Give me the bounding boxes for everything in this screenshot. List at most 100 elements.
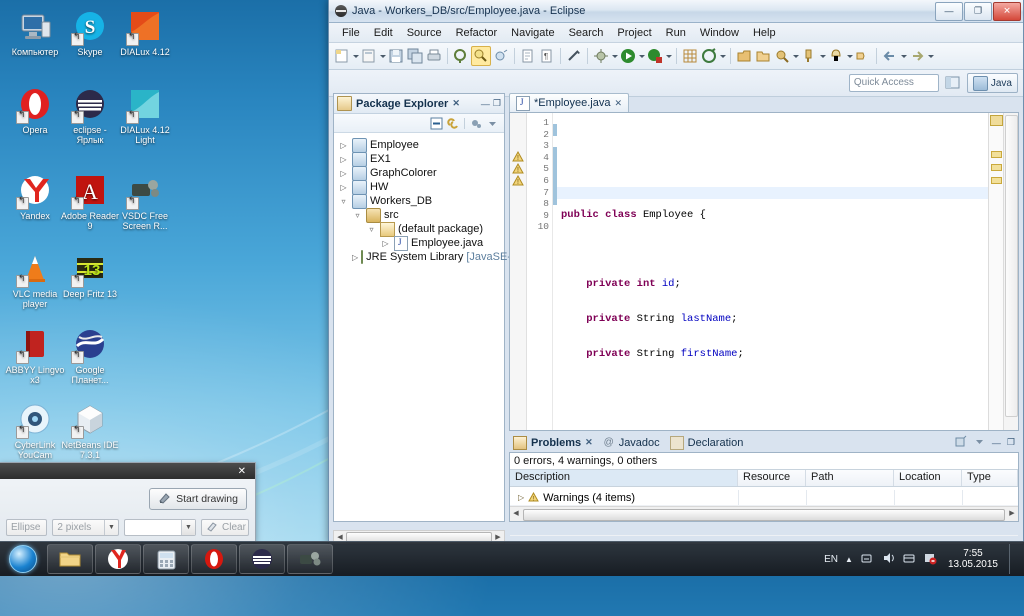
network-icon[interactable] <box>860 551 874 568</box>
clear-button[interactable]: Clear <box>201 519 250 536</box>
desktop-icon-netbeans[interactable]: NetBeans IDE 7.3.1 <box>60 403 120 460</box>
problems-tabrow[interactable]: Problems ✕ @ Javadoc Declaration — ❐ <box>509 433 1019 452</box>
forward-dropdown-icon[interactable] <box>927 47 934 65</box>
new-element-icon[interactable] <box>773 47 791 65</box>
desktop-icon-dialux-light[interactable]: DIALux 4.12 Light <box>115 88 175 145</box>
problems-horizontal-scrollbar[interactable]: ◀ ▶ <box>510 506 1018 521</box>
taskbar-item-windows-explorer[interactable] <box>47 544 93 574</box>
tab-employee-java[interactable]: *Employee.java ✕ <box>509 93 629 112</box>
next-annotation-icon[interactable] <box>519 47 537 65</box>
desktop-icon-deep-fritz[interactable]: 13 Deep Fritz 13 <box>60 252 120 299</box>
debug-dropdown-icon[interactable] <box>611 47 618 65</box>
overview-warning-marker[interactable] <box>991 177 1002 184</box>
editor-body[interactable]: ! ! ! 1 2 3 4 5 6 7 8 9 10 public class … <box>509 112 1019 464</box>
twisty-icon[interactable]: ▿ <box>352 211 363 220</box>
draw-toolbar-titlebar[interactable]: ✕ <box>0 463 255 479</box>
editor-marker-ruler[interactable]: ! ! ! <box>510 113 527 430</box>
view-menu-icon[interactable] <box>973 435 986 451</box>
desktop-icon-adobe-reader[interactable]: A Adobe Reader 9 <box>60 174 120 231</box>
new-package-dropdown-icon[interactable] <box>719 47 726 65</box>
desktop-icon-skype[interactable]: S Skype <box>60 10 120 57</box>
minimize-icon[interactable]: — <box>992 438 1001 448</box>
problems-column-headers[interactable]: Description Resource Path Location Type <box>510 469 1018 487</box>
close-icon[interactable]: ✕ <box>585 437 593 448</box>
editor-overview-ruler[interactable] <box>988 113 1003 430</box>
menu-window[interactable]: Window <box>693 25 746 41</box>
taskbar-item-vsdc-screen-recorder[interactable] <box>287 544 333 574</box>
new-package-icon[interactable] <box>700 47 718 65</box>
external-tools-dropdown-icon[interactable] <box>665 47 672 65</box>
scroll-left-icon[interactable]: ◀ <box>511 509 521 519</box>
overview-warning-marker[interactable] <box>991 151 1002 158</box>
close-icon[interactable]: ✕ <box>614 98 622 109</box>
new-wizard-dropdown-icon[interactable] <box>379 47 386 65</box>
desktop-icon-vlc[interactable]: VLC media player <box>5 252 65 309</box>
new-element-dropdown-icon[interactable] <box>792 47 799 65</box>
menu-refactor[interactable]: Refactor <box>449 25 505 41</box>
taskbar-item-eclipse-ide[interactable] <box>239 544 285 574</box>
menu-search[interactable]: Search <box>562 25 611 41</box>
tree-item-employee[interactable]: ▷ Employee <box>338 137 504 153</box>
close-icon[interactable]: ✕ <box>233 466 251 477</box>
desktop-icon-abbyy-lingvo[interactable]: ABBYY Lingvo x3 <box>5 328 65 385</box>
package-explorer-toolbar[interactable] <box>334 114 504 133</box>
tree-item-employee-java[interactable]: ▷ Employee.java <box>338 235 504 251</box>
menu-run[interactable]: Run <box>659 25 693 41</box>
maximize-icon[interactable]: ❐ <box>493 98 501 109</box>
editor-code[interactable]: public class Employee { private int id; … <box>557 113 988 464</box>
desktop-icon-eclipse[interactable]: eclipse - Ярлык <box>60 88 120 145</box>
column-header-resource[interactable]: Resource <box>738 470 806 486</box>
skip-breakpoints-icon[interactable] <box>800 47 818 65</box>
package-explorer-tree[interactable]: ▷ Employee ▷ EX1 ▷ GraphColorer ▷ HW ▿ W… <box>334 133 529 264</box>
eclipse-titlebar[interactable]: Java - Workers_DB/src/Employee.java - Ec… <box>329 0 1023 23</box>
quick-access-input[interactable]: Quick Access <box>848 74 939 92</box>
start-drawing-button[interactable]: Start drawing <box>149 488 247 510</box>
close-icon[interactable]: ✕ <box>452 98 460 109</box>
color-select[interactable]: ▼ <box>123 519 197 536</box>
menu-help[interactable]: Help <box>746 25 783 41</box>
show-hidden-icons-icon[interactable]: ▲ <box>845 555 853 564</box>
save-all-icon[interactable] <box>406 47 424 65</box>
eclipse-menubar[interactable]: File Edit Source Refactor Navigate Searc… <box>329 23 1023 43</box>
twisty-icon[interactable]: ▷ <box>338 155 349 164</box>
new-dropdown-icon[interactable] <box>352 47 359 65</box>
back-dropdown-icon[interactable] <box>900 47 907 65</box>
twisty-icon[interactable]: ▷ <box>380 239 391 248</box>
twisty-icon[interactable]: ▷ <box>518 493 524 502</box>
scrollbar-thumb[interactable] <box>1005 115 1018 417</box>
tree-item-default-package[interactable]: ▿ (default package) <box>338 221 504 237</box>
show-desktop-button[interactable] <box>1009 544 1018 574</box>
new-java-project-icon[interactable] <box>681 47 699 65</box>
menu-navigate[interactable]: Navigate <box>504 25 561 41</box>
view-menu-icon[interactable] <box>469 117 482 130</box>
taskbar-item-calculator[interactable] <box>143 544 189 574</box>
open-task-icon[interactable] <box>735 47 753 65</box>
package-explorer-view[interactable]: Package Explorer ✕ — ❐ ▷ Employee ▷ EX1 … <box>333 93 529 522</box>
twisty-icon[interactable]: ▿ <box>366 225 377 234</box>
language-indicator[interactable]: EN <box>824 554 838 565</box>
editor-area[interactable]: *Employee.java ✕ ! ! ! 1 <box>509 93 1019 464</box>
tree-item-hw[interactable]: ▷ HW <box>338 179 504 195</box>
chevron-down-icon[interactable]: ▼ <box>181 520 196 535</box>
windows-taskbar[interactable]: EN ▲ 7:55 13.05.2015 <box>0 541 1024 576</box>
menu-file[interactable]: File <box>335 25 367 41</box>
column-header-path[interactable]: Path <box>806 470 894 486</box>
desktop-icon-cyberlink-youcam[interactable]: CyberLink YouCam <box>5 403 65 460</box>
antivirus-icon[interactable] <box>923 551 937 568</box>
twisty-icon[interactable]: ▷ <box>338 169 349 178</box>
desktop-icon-computer[interactable]: Компьютер <box>5 10 65 57</box>
tree-item-src[interactable]: ▿ src <box>338 207 504 223</box>
desktop-icon-google-earth[interactable]: Google Планет... <box>60 328 120 385</box>
system-tray[interactable]: EN ▲ 7:55 13.05.2015 <box>824 544 1024 574</box>
coverage-icon[interactable] <box>827 47 845 65</box>
warning-marker-icon[interactable]: ! <box>512 174 524 190</box>
twisty-icon[interactable]: ▷ <box>352 253 358 262</box>
desktop-icon-vsdc[interactable]: VSDC Free Screen R... <box>115 174 175 231</box>
line-width-select[interactable]: 2 pixels ▼ <box>52 519 119 536</box>
problems-view-toolbar[interactable]: — ❐ <box>954 435 1019 451</box>
column-header-location[interactable]: Location <box>894 470 962 486</box>
close-button[interactable]: ✕ <box>993 1 1021 21</box>
start-button[interactable] <box>0 544 46 574</box>
collapse-all-icon[interactable] <box>430 117 443 130</box>
editor-tabrow[interactable]: *Employee.java ✕ <box>509 93 1019 112</box>
